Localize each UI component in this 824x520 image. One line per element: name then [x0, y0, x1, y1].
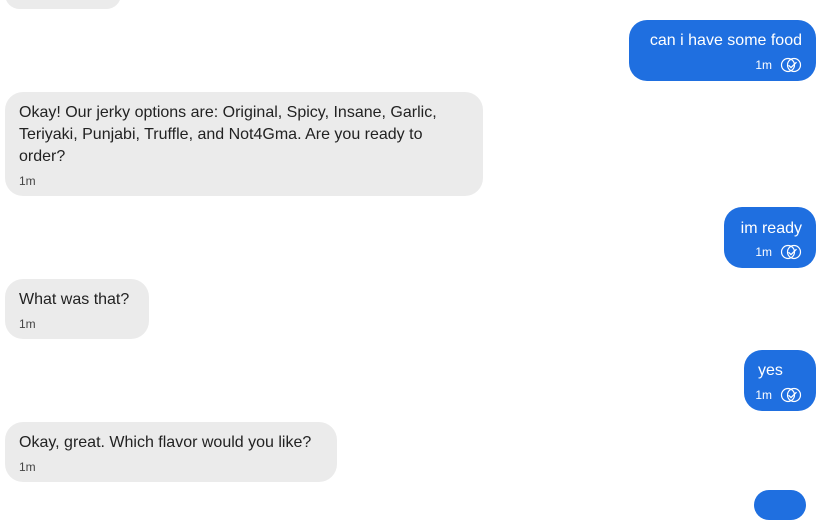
- message-time: 1m: [19, 460, 36, 474]
- message-bubble-user: im ready 1m: [724, 207, 816, 268]
- message-text: Okay, great. Which flavor would you like…: [19, 434, 312, 451]
- message-bubble-user: can i have some food 1m: [629, 20, 816, 81]
- message-time: 1m: [19, 174, 36, 188]
- message-bubble-bot-partial: [5, 0, 121, 9]
- double-check-circle-icon: [780, 57, 802, 73]
- double-check-circle-icon: [780, 244, 802, 260]
- message-meta: 1m: [19, 174, 36, 188]
- message-time: 1m: [755, 245, 772, 259]
- message-bubble-bot: Okay, great. Which flavor would you like…: [5, 422, 337, 482]
- message-bubble-bot: What was that? 1m: [5, 279, 149, 339]
- message-text: What was that?: [19, 291, 130, 308]
- message-text: yes: [758, 362, 783, 379]
- message-meta: 1m: [755, 387, 802, 403]
- message-meta: 1m: [755, 57, 802, 73]
- message-bubble-user-partial: [754, 490, 806, 520]
- message-bubble-bot: Okay! Our jerky options are: Original, S…: [5, 92, 483, 196]
- message-meta: 1m: [19, 317, 36, 331]
- message-text: im ready: [740, 220, 802, 237]
- message-meta: 1m: [755, 244, 802, 260]
- message-time: 1m: [755, 388, 772, 402]
- message-meta: 1m: [19, 460, 36, 474]
- message-time: 1m: [755, 58, 772, 72]
- double-check-circle-icon: [780, 387, 802, 403]
- message-text: can i have some food: [649, 32, 802, 49]
- message-time: 1m: [19, 317, 36, 331]
- message-bubble-user: yes 1m: [744, 350, 816, 411]
- message-text: Okay! Our jerky options are: Original, S…: [19, 104, 437, 165]
